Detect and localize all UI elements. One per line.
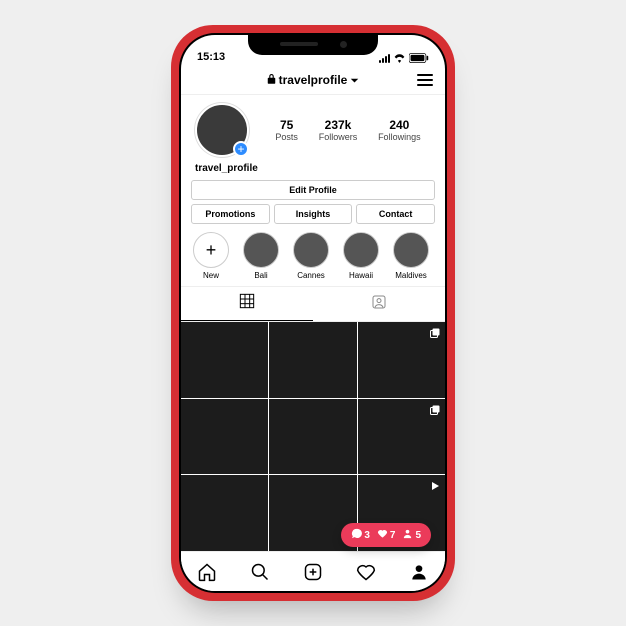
- wifi-icon: [393, 53, 406, 63]
- phone-notch: [248, 33, 378, 55]
- signal-icon: [379, 54, 390, 63]
- nav-activity[interactable]: [356, 562, 376, 582]
- screen: 15:13 travelprofile: [181, 35, 445, 591]
- nav-search[interactable]: [250, 562, 270, 582]
- nav-profile[interactable]: [409, 562, 429, 582]
- post-thumbnail[interactable]: [269, 322, 356, 398]
- post-thumbnail[interactable]: [181, 475, 268, 551]
- highlight-item[interactable]: Hawaii: [341, 232, 381, 280]
- header-title: travelprofile: [279, 73, 348, 87]
- plus-icon: [193, 232, 229, 268]
- tagged-icon: [371, 294, 387, 315]
- post-thumbnail[interactable]: [358, 322, 445, 398]
- activity-popup[interactable]: 3 7 5: [341, 523, 431, 547]
- post-thumbnail[interactable]: [181, 322, 268, 398]
- lock-icon: [267, 73, 276, 87]
- phone-frame: 15:13 travelprofile: [171, 25, 455, 601]
- add-story-icon[interactable]: +: [233, 141, 249, 157]
- chevron-down-icon[interactable]: [350, 73, 359, 87]
- heart-icon: [377, 528, 388, 542]
- nav-new-post[interactable]: [303, 562, 323, 582]
- nav-home[interactable]: [197, 562, 217, 582]
- grid-icon: [239, 293, 255, 314]
- stat-posts[interactable]: 75 Posts: [275, 118, 298, 142]
- clock: 15:13: [197, 51, 225, 63]
- carousel-icon: [429, 326, 441, 344]
- post-thumbnail[interactable]: [181, 399, 268, 475]
- tab-grid[interactable]: [181, 287, 313, 321]
- highlight-item[interactable]: Maldives: [391, 232, 431, 280]
- contact-button[interactable]: Contact: [356, 204, 435, 224]
- menu-icon[interactable]: [417, 74, 433, 86]
- carousel-icon: [429, 403, 441, 421]
- posts-grid: [181, 322, 445, 551]
- highlights-row: New Bali Cannes Hawaii Maldives: [181, 224, 445, 286]
- tab-tagged[interactable]: [313, 287, 445, 321]
- comment-icon: [351, 528, 362, 542]
- avatar[interactable]: +: [195, 103, 249, 157]
- edit-profile-button[interactable]: Edit Profile: [191, 180, 435, 200]
- bottom-nav: [181, 551, 445, 591]
- highlight-item[interactable]: Bali: [241, 232, 281, 280]
- highlight-item[interactable]: Cannes: [291, 232, 331, 280]
- username-label: travel_profile: [181, 161, 445, 180]
- promotions-button[interactable]: Promotions: [191, 204, 270, 224]
- app-header: travelprofile: [181, 65, 445, 95]
- post-thumbnail[interactable]: [269, 399, 356, 475]
- stat-followings[interactable]: 240 Followings: [378, 118, 421, 142]
- insights-button[interactable]: Insights: [274, 204, 353, 224]
- battery-icon: [409, 53, 429, 63]
- highlight-new[interactable]: New: [191, 232, 231, 280]
- person-icon: [402, 528, 413, 542]
- post-thumbnail[interactable]: [358, 399, 445, 475]
- stat-followers[interactable]: 237k Followers: [319, 118, 358, 142]
- video-play-icon: [429, 479, 441, 497]
